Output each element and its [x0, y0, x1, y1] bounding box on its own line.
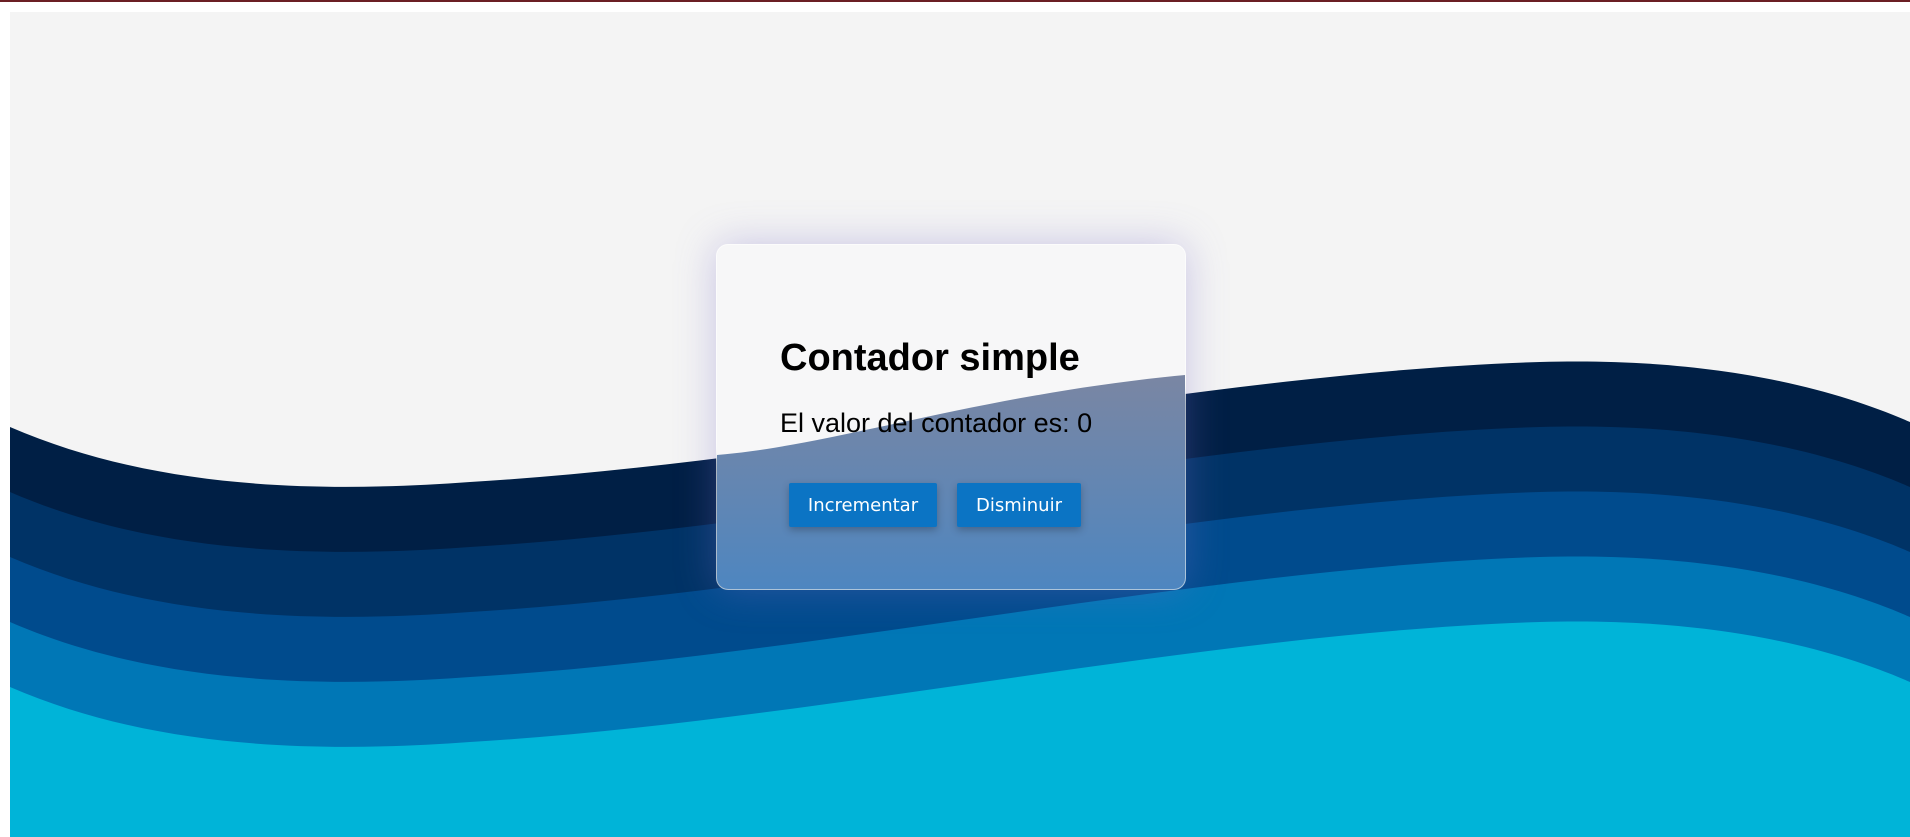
increment-button[interactable]: Incrementar [789, 483, 937, 527]
counter-label: El valor del contador es: [780, 408, 1078, 438]
window-top-border [0, 0, 1910, 2]
counter-display: El valor del contador es: 0 [780, 408, 1092, 439]
counter-value: 0 [1077, 408, 1093, 438]
card-title: Contador simple [780, 337, 1080, 379]
counter-card: Contador simple El valor del contador es… [716, 244, 1186, 590]
decrement-button[interactable]: Disminuir [957, 483, 1081, 527]
